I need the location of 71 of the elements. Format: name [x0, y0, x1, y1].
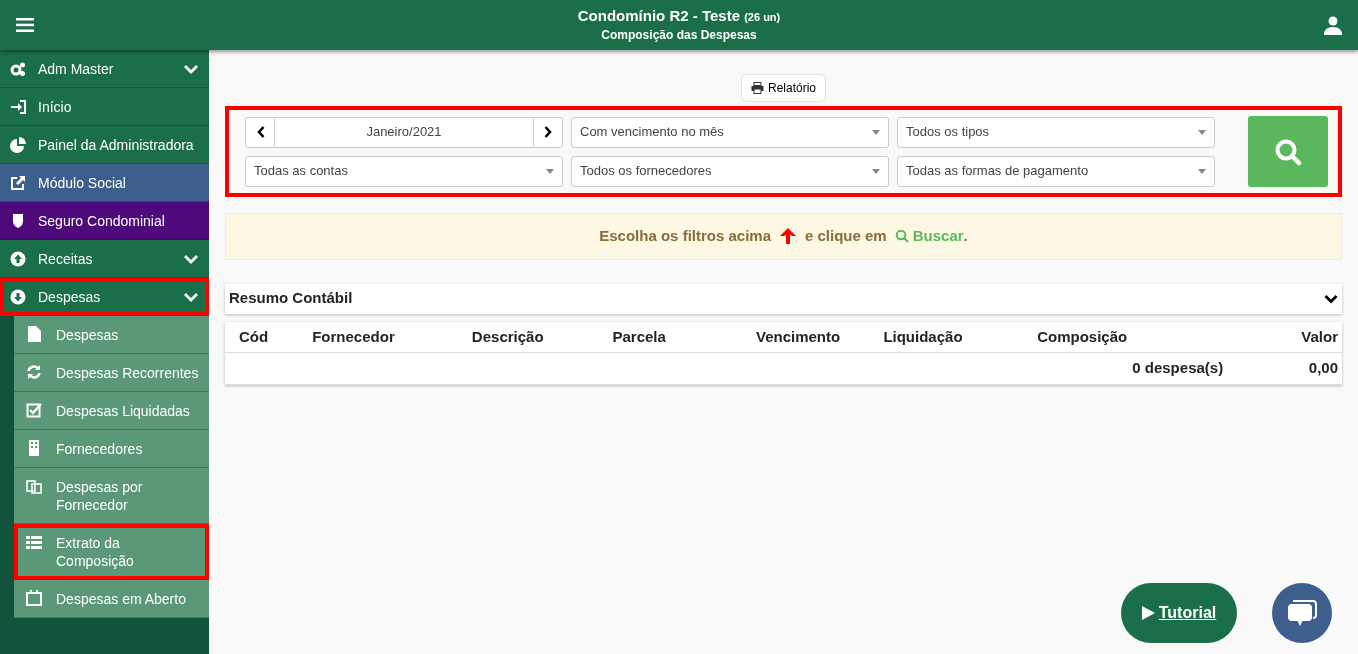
- submenu-item[interactable]: Despesas em Aberto: [14, 580, 209, 618]
- alert-text: Escolha os filtros acima: [599, 226, 771, 246]
- caret-icon: [872, 129, 880, 135]
- dropdown[interactable]: Todas as formas de pagamento: [897, 155, 1215, 187]
- caret-icon: [546, 168, 554, 174]
- alert-text: e clique em: [805, 226, 887, 246]
- arrow-up-circle-icon: [10, 250, 26, 267]
- column-header: Parcela: [608, 321, 717, 353]
- column-header: Liquidação: [879, 321, 1034, 353]
- chat-bubbles-icon: [1287, 599, 1317, 627]
- file-icon: [26, 326, 42, 342]
- submenu-item[interactable]: Despesas: [14, 316, 209, 354]
- expense-count: 0 despesa(s): [308, 352, 1264, 384]
- calendar-icon: [26, 590, 42, 606]
- shield-icon: [10, 212, 26, 229]
- tutorial-button[interactable]: Tutorial: [1121, 583, 1237, 643]
- dropdown[interactable]: Todos os fornecedores: [571, 155, 889, 187]
- chat-button[interactable]: [1272, 583, 1332, 643]
- refresh-icon: [26, 364, 42, 380]
- list-icon: [26, 534, 42, 550]
- report-button[interactable]: Relatório: [741, 74, 826, 102]
- sidebar-item[interactable]: Seguro Condominial: [0, 202, 209, 240]
- sidebar-item[interactable]: Adm Master: [0, 50, 209, 88]
- play-icon: [1141, 606, 1155, 620]
- caret-icon: [872, 168, 880, 174]
- chevron-down-icon: [1324, 293, 1338, 304]
- sidebar-item[interactable]: Despesas: [0, 278, 209, 316]
- submenu-item[interactable]: Despesas por Fornecedor: [14, 468, 209, 524]
- chevron-right-icon: [543, 126, 552, 138]
- submenu-item[interactable]: Despesas Recorrentes: [14, 354, 209, 392]
- dropdown[interactable]: Todas as contas: [245, 155, 563, 187]
- gears-icon: [10, 60, 26, 77]
- page-title: Composição das Despesas: [600, 26, 758, 44]
- printer-icon: [751, 82, 764, 94]
- search-icon: [894, 229, 909, 244]
- sidebar-item[interactable]: Início: [0, 88, 209, 126]
- total-value: 0,00: [1263, 352, 1342, 384]
- arrow-down-circle-icon: [10, 288, 26, 305]
- caret-icon: [1198, 129, 1206, 135]
- column-header: Vencimento: [716, 321, 880, 353]
- pie-chart-icon: [10, 136, 26, 153]
- units-count: (26 un): [744, 10, 781, 23]
- sidebar-item[interactable]: Painel da Administradora: [0, 126, 209, 164]
- user-icon[interactable]: [1324, 15, 1342, 35]
- checkbox-icon: [26, 402, 42, 418]
- external-link-icon: [10, 174, 26, 191]
- panel-title: Resumo Contábil: [229, 288, 353, 309]
- sidebar-item[interactable]: Receitas: [0, 240, 209, 278]
- condominium-title: Condomínio R2 - Teste: [577, 6, 740, 24]
- column-header: Valor: [1263, 321, 1342, 353]
- dropdown[interactable]: Com vencimento no mês: [571, 116, 889, 148]
- column-header: Composição: [1033, 321, 1264, 353]
- sidebar-item[interactable]: Módulo Social: [0, 164, 209, 202]
- dropdown[interactable]: Todos os tipos: [897, 116, 1215, 148]
- submenu-item[interactable]: Extrato da Composição: [14, 524, 209, 580]
- search-icon: [1274, 137, 1302, 166]
- caret-icon: [1198, 168, 1206, 174]
- submenu-item[interactable]: Fornecedores: [14, 430, 209, 468]
- column-header: Descrição: [467, 321, 609, 353]
- menu-icon[interactable]: [16, 18, 34, 32]
- alert-text: .: [963, 226, 968, 246]
- column-header: Fornecedor: [308, 321, 468, 353]
- building-icon: [26, 440, 42, 456]
- column-header: Cód: [225, 321, 309, 353]
- month-picker[interactable]: Janeiro/2021: [245, 116, 563, 148]
- copy-icon: [26, 478, 42, 494]
- submenu-item[interactable]: Despesas Liquidadas: [14, 392, 209, 430]
- chevron-left-icon: [256, 126, 265, 138]
- arrow-up-icon: [779, 227, 797, 246]
- sign-in-icon: [10, 98, 26, 115]
- summary-panel-header[interactable]: Resumo Contábil: [225, 283, 1342, 314]
